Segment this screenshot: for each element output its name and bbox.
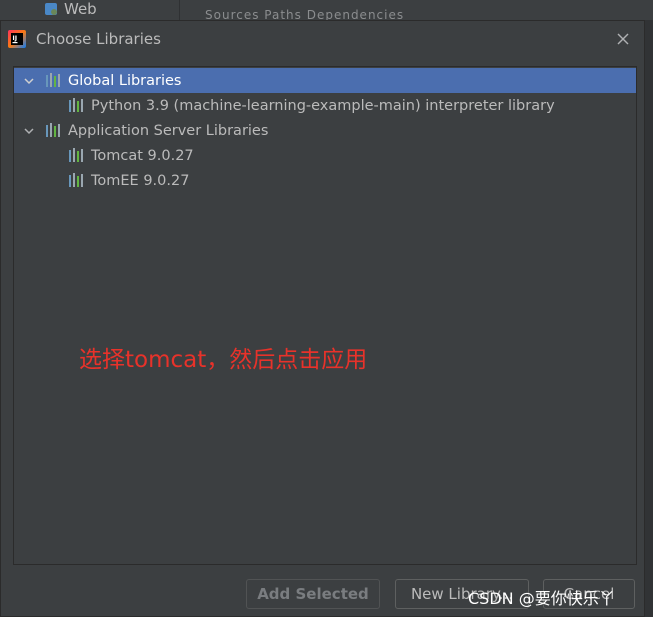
library-icon [69,173,83,187]
tree-node-global-libraries[interactable]: Global Libraries [14,68,636,93]
tree-node-label: TomEE 9.0.27 [91,172,190,189]
intellij-app-icon: IJ [8,30,26,48]
annotation-text: 选择tomcat，然后点击应用 [79,347,368,373]
library-icon [69,148,83,162]
tree-node-label: Tomcat 9.0.27 [91,147,194,164]
tree-node-tomee[interactable]: TomEE 9.0.27 [14,168,636,193]
dialog-title: Choose Libraries [36,30,161,48]
background-sidebar-label: Web [64,0,97,18]
add-selected-button[interactable]: Add Selected [246,579,380,609]
background-sidebar-item-web: Web [44,0,97,18]
tree-node-label: Global Libraries [68,72,182,89]
chevron-down-icon[interactable] [23,75,35,87]
chevron-down-icon[interactable] [23,125,35,137]
libraries-tree[interactable]: Global Libraries Python 3.9 (machine-lea… [13,66,637,565]
library-icon [46,123,60,137]
tree-node-label: Python 3.9 (machine-learning-example-mai… [91,97,555,114]
background-divider [179,0,180,20]
svg-text:IJ: IJ [12,34,17,42]
tree-node-python-library[interactable]: Python 3.9 (machine-learning-example-mai… [14,93,636,118]
web-module-icon [45,3,57,15]
background-tabs: Sources Paths Dependencies [205,8,405,20]
watermark: CSDN @要你快乐丫 [468,589,615,608]
close-icon[interactable] [613,29,633,49]
background-right-edge [645,20,653,617]
dialog-titlebar: IJ Choose Libraries [1,21,644,59]
library-icon [46,73,60,87]
tree-node-tomcat[interactable]: Tomcat 9.0.27 [14,143,636,168]
tree-node-application-server-libraries[interactable]: Application Server Libraries [14,118,636,143]
tree-node-label: Application Server Libraries [68,122,269,139]
library-icon [69,98,83,112]
choose-libraries-dialog: IJ Choose Libraries Global Libraries Pyt… [0,20,645,617]
